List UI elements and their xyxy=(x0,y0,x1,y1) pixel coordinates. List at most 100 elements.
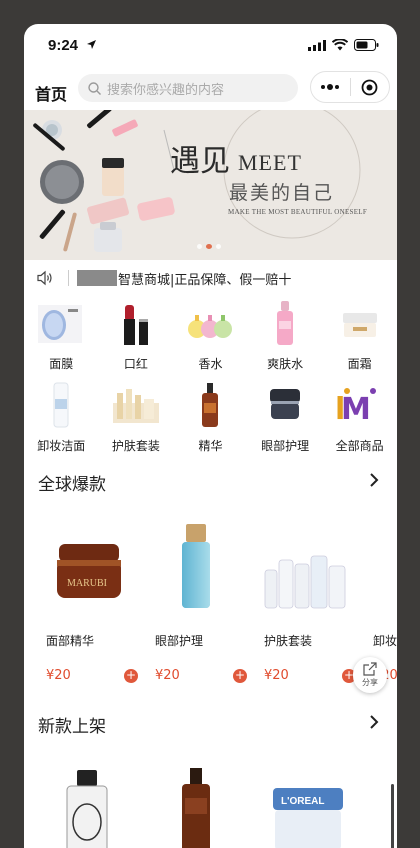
category-item[interactable]: 护肤套装 xyxy=(99,378,174,460)
cosmetics-banner-image xyxy=(33,110,361,252)
category-label: 眼部护理 xyxy=(261,439,310,453)
banner-subtitle: 最美的自己 xyxy=(229,182,335,204)
scrollbar[interactable] xyxy=(391,784,394,848)
category-row: 面膜 口红 香水 爽肤水 面霜 xyxy=(24,296,397,378)
status-icons xyxy=(308,39,379,51)
search-bar[interactable]: 搜索你感兴趣的内容 xyxy=(78,74,298,102)
share-label: 分享 xyxy=(362,678,378,687)
category-item[interactable]: 面膜 xyxy=(24,296,99,378)
product-image-bottle xyxy=(182,524,210,608)
category-label: 精华 xyxy=(198,439,223,453)
page-title: 首页 xyxy=(35,85,68,104)
svg-text:MARUBI: MARUBI xyxy=(67,578,107,589)
category-item[interactable]: 面霜 xyxy=(322,296,397,378)
target-close-icon xyxy=(361,79,378,95)
product-image-jar: MARUBI xyxy=(57,544,121,598)
category-label: 卸妆洁面 xyxy=(37,439,86,453)
product-card[interactable] xyxy=(38,764,138,848)
more-dots-icon xyxy=(321,84,340,90)
category-label: 口红 xyxy=(123,357,148,371)
category-item[interactable]: 眼部护理 xyxy=(248,378,323,460)
promo-banner[interactable]: 遇见 MEET 最美的自己 MAKE THE MOST BEAUTIFUL ON… xyxy=(24,110,397,260)
mask-product-icon xyxy=(38,305,83,343)
product-image-set xyxy=(264,555,346,609)
add-to-cart-button[interactable]: + xyxy=(124,669,138,683)
battery-icon xyxy=(354,39,379,51)
search-icon xyxy=(88,81,101,95)
share-icon xyxy=(363,662,377,676)
status-bar: 9:24 xyxy=(24,24,397,68)
category-item[interactable]: 口红 xyxy=(99,296,174,378)
serum-product-icon xyxy=(202,383,219,427)
add-to-cart-button[interactable]: + xyxy=(233,669,247,683)
product-card[interactable] xyxy=(147,764,247,848)
banner-tagline: MAKE THE MOST BEAUTIFUL ONESELF xyxy=(228,208,368,216)
close-program-button[interactable] xyxy=(351,72,390,102)
wifi-icon xyxy=(332,39,348,51)
product-name: 护肤套装 xyxy=(264,634,313,648)
product-price: ¥20 xyxy=(264,668,289,683)
share-button[interactable]: 分享 xyxy=(353,657,387,693)
product-image-perfume xyxy=(66,770,108,848)
category-item[interactable]: 香水 xyxy=(173,296,248,378)
search-placeholder: 搜索你感兴趣的内容 xyxy=(107,82,225,98)
banner-title-en: MEET xyxy=(238,150,302,175)
banner-title-cn: 遇见 xyxy=(170,144,230,179)
category-item[interactable]: Ml 全部商品 xyxy=(322,378,397,460)
mini-program-capsule xyxy=(310,71,390,103)
category-item[interactable]: 精华 xyxy=(173,378,248,460)
category-label: 护肤套装 xyxy=(111,439,160,453)
eye-cream-product-icon xyxy=(270,389,301,419)
all-products-logo-icon: Ml xyxy=(335,388,376,427)
status-time: 9:24 xyxy=(48,37,79,54)
redacted-brand-block xyxy=(77,270,117,286)
svg-text:M: M xyxy=(341,392,371,427)
lipstick-product-icon xyxy=(123,305,148,345)
product-name: 卸妆 xyxy=(373,634,397,648)
product-price: ¥20 xyxy=(155,668,180,683)
carousel-dot[interactable] xyxy=(216,244,221,249)
notice-divider xyxy=(68,270,69,286)
category-label: 全部商品 xyxy=(335,439,384,453)
chevron-right-icon[interactable] xyxy=(369,472,379,488)
section-header-hot[interactable]: 全球爆款 xyxy=(24,466,397,496)
carousel-dot[interactable] xyxy=(197,244,202,249)
section-header-new[interactable]: 新款上架 xyxy=(24,708,397,738)
category-label: 面霜 xyxy=(347,357,372,371)
product-name: 面部精华 xyxy=(46,634,95,648)
more-button[interactable] xyxy=(311,72,350,102)
phone-screen: 9:24 首页 搜索你感兴趣的内容 遇见 MEET 最美的自己 MAKE THE… xyxy=(24,24,397,848)
product-image-serum xyxy=(182,768,210,848)
category-item[interactable]: 卸妆洁面 xyxy=(24,378,99,460)
product-card[interactable]: L'OREAL xyxy=(256,764,356,848)
product-card[interactable]: 护肤套装 ¥20 + xyxy=(256,520,356,690)
new-products-row: L'OREAL xyxy=(24,764,397,848)
product-price: ¥20 xyxy=(46,668,71,683)
carousel-dot-active[interactable] xyxy=(206,244,212,249)
category-label: 爽肤水 xyxy=(267,357,304,371)
announcement-bar[interactable]: 智慧商城|正品保障、假一赔十 xyxy=(24,260,397,296)
category-label: 面膜 xyxy=(49,357,74,371)
section-title: 全球爆款 xyxy=(38,475,106,495)
hot-products-row: MARUBI 面部精华 ¥20 + 眼部护理 ¥20 + 护肤套装 ¥20 + … xyxy=(24,520,397,690)
cream-product-icon xyxy=(342,313,377,337)
product-image-cream: L'OREAL xyxy=(273,788,343,848)
signal-icon xyxy=(308,39,326,51)
product-card[interactable]: 眼部护理 ¥20 + xyxy=(147,520,247,690)
category-grid: 面膜 口红 香水 爽肤水 面霜 卸妆洁面 护肤套装 精华 眼部护理 M l 全部… xyxy=(24,296,397,460)
cleanser-product-icon xyxy=(53,382,69,428)
svg-text:L'OREAL: L'OREAL xyxy=(281,796,325,807)
category-row: 卸妆洁面 护肤套装 精华 眼部护理 Ml 全部商品 xyxy=(24,378,397,460)
toner-product-icon xyxy=(277,301,294,345)
category-item[interactable]: 爽肤水 xyxy=(248,296,323,378)
chevron-right-icon[interactable] xyxy=(369,714,379,730)
notice-text: 智慧商城|正品保障、假一赔十 xyxy=(118,272,292,288)
location-arrow-icon xyxy=(87,40,96,49)
speaker-icon xyxy=(37,270,52,286)
category-label: 香水 xyxy=(198,357,223,371)
product-card[interactable]: MARUBI 面部精华 ¥20 + xyxy=(38,520,138,690)
product-name: 眼部护理 xyxy=(155,634,204,648)
top-nav: 首页 搜索你感兴趣的内容 xyxy=(24,68,397,108)
svg-text:l: l xyxy=(335,392,345,427)
section-title: 新款上架 xyxy=(38,717,106,737)
